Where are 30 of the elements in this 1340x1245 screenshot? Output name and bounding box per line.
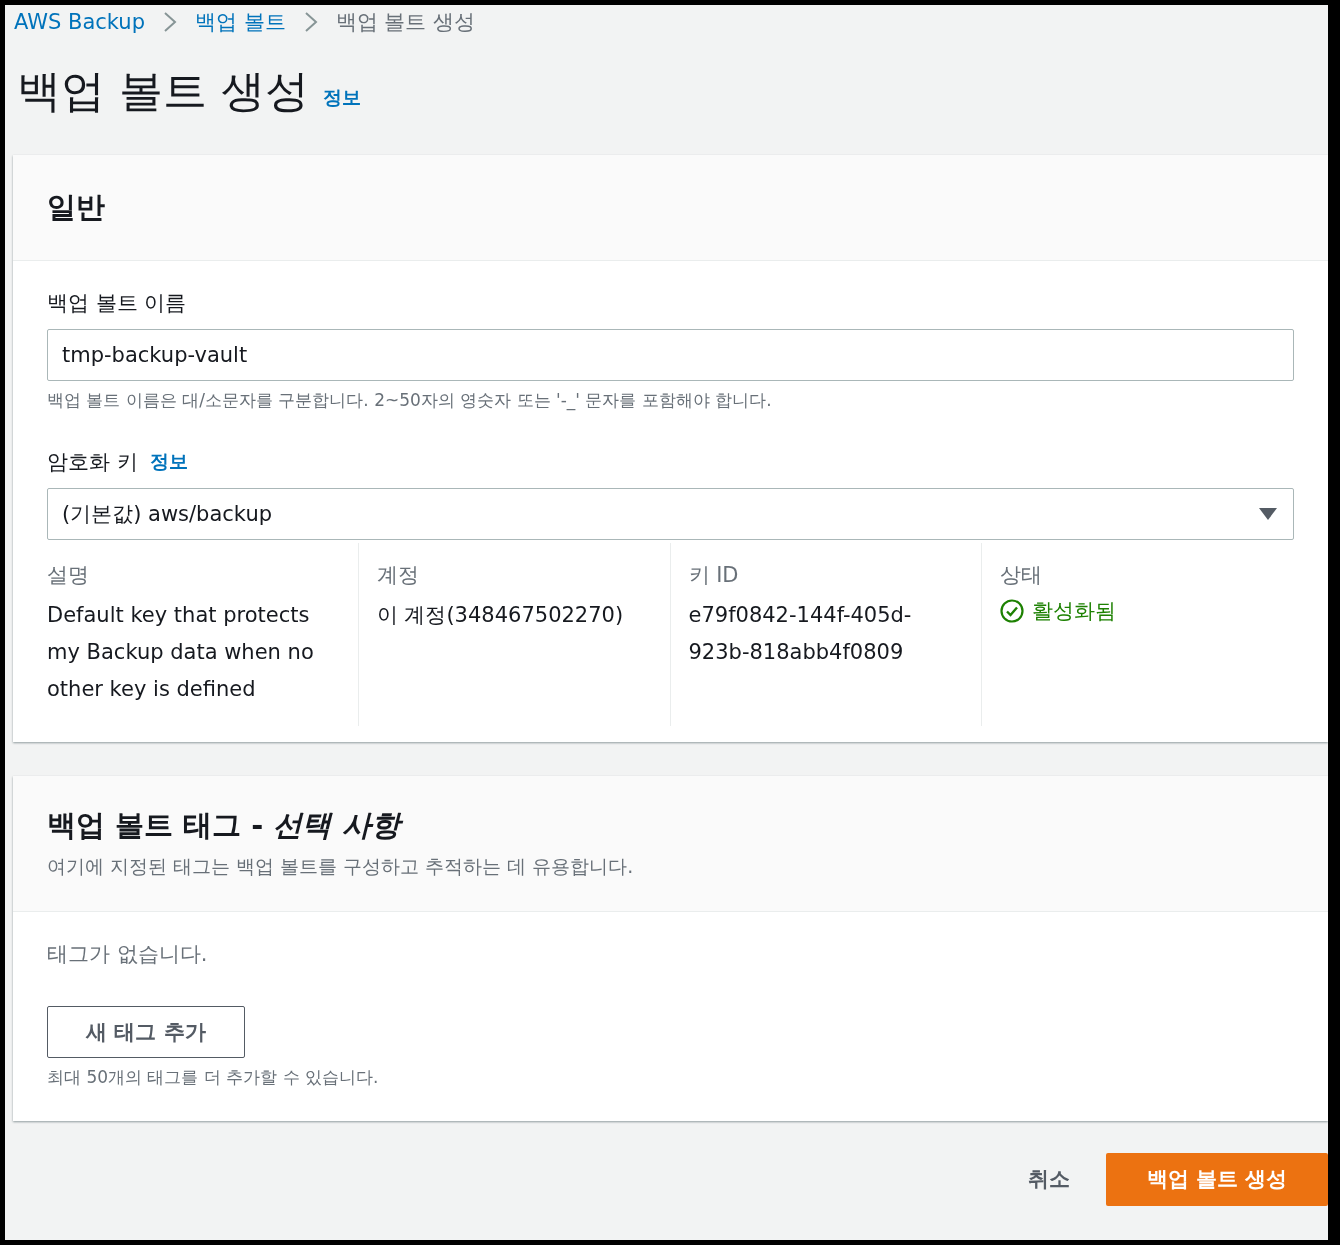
field-label: 암호화 키 xyxy=(47,449,138,477)
encryption-key-select[interactable]: (기본값) aws/backup xyxy=(47,488,1294,541)
vault-name-input[interactable]: tmp-backup-vault xyxy=(47,329,1294,382)
detail-value: Default key that protects my Backup data when no other key is defined xyxy=(47,602,315,703)
detail-value: 이 계정(348467502270) xyxy=(376,602,625,630)
check-circle-icon xyxy=(1000,599,1025,624)
chevron-right-icon xyxy=(303,11,318,33)
detail-label: 설명 xyxy=(47,562,90,590)
info-link[interactable]: 정보 xyxy=(323,85,361,116)
info-link[interactable]: 정보 xyxy=(149,449,188,476)
chevron-right-icon xyxy=(162,11,177,33)
detail-label: 계정 xyxy=(376,562,420,590)
cancel-button[interactable]: 취소 xyxy=(1022,1165,1076,1194)
panel-description: 여기에 지정된 태그는 백업 볼트를 구성하고 추적하는 데 유용합니다. xyxy=(47,854,634,880)
status-text: 활성화됨 xyxy=(1032,598,1117,626)
breadcrumb-link[interactable]: AWS Backup xyxy=(14,10,145,34)
detail-value: e79f0842-144f-405d-923b-818abb4f0809 xyxy=(688,602,913,667)
detail-label: 키 ID xyxy=(688,562,740,590)
caret-down-icon xyxy=(1259,508,1277,521)
add-tag-button[interactable]: 새 태그 추가 xyxy=(47,1005,245,1058)
breadcrumb-link[interactable]: 백업 볼트 xyxy=(194,8,286,36)
detail-label: 상태 xyxy=(1000,562,1044,590)
empty-tags-text: 태그가 없습니다. xyxy=(47,940,209,968)
create-vault-button[interactable]: 백업 볼트 생성 xyxy=(1106,1152,1328,1206)
breadcrumb-current-page: 백업 볼트 생성 xyxy=(335,9,475,36)
panel-title: 일반 xyxy=(47,188,105,226)
field-label: 백업 볼트 이름 xyxy=(47,290,188,318)
tag-limit-hint: 최대 50개의 태그를 더 추가할 수 있습니다. xyxy=(47,1065,380,1089)
page-title: 백업 볼트 생성 xyxy=(17,67,309,116)
field-hint: 백업 볼트 이름은 대/소문자를 구분합니다. 2~50자의 영숫자 또는 '-_' 문자를 포함해야 합니다. xyxy=(47,389,773,413)
